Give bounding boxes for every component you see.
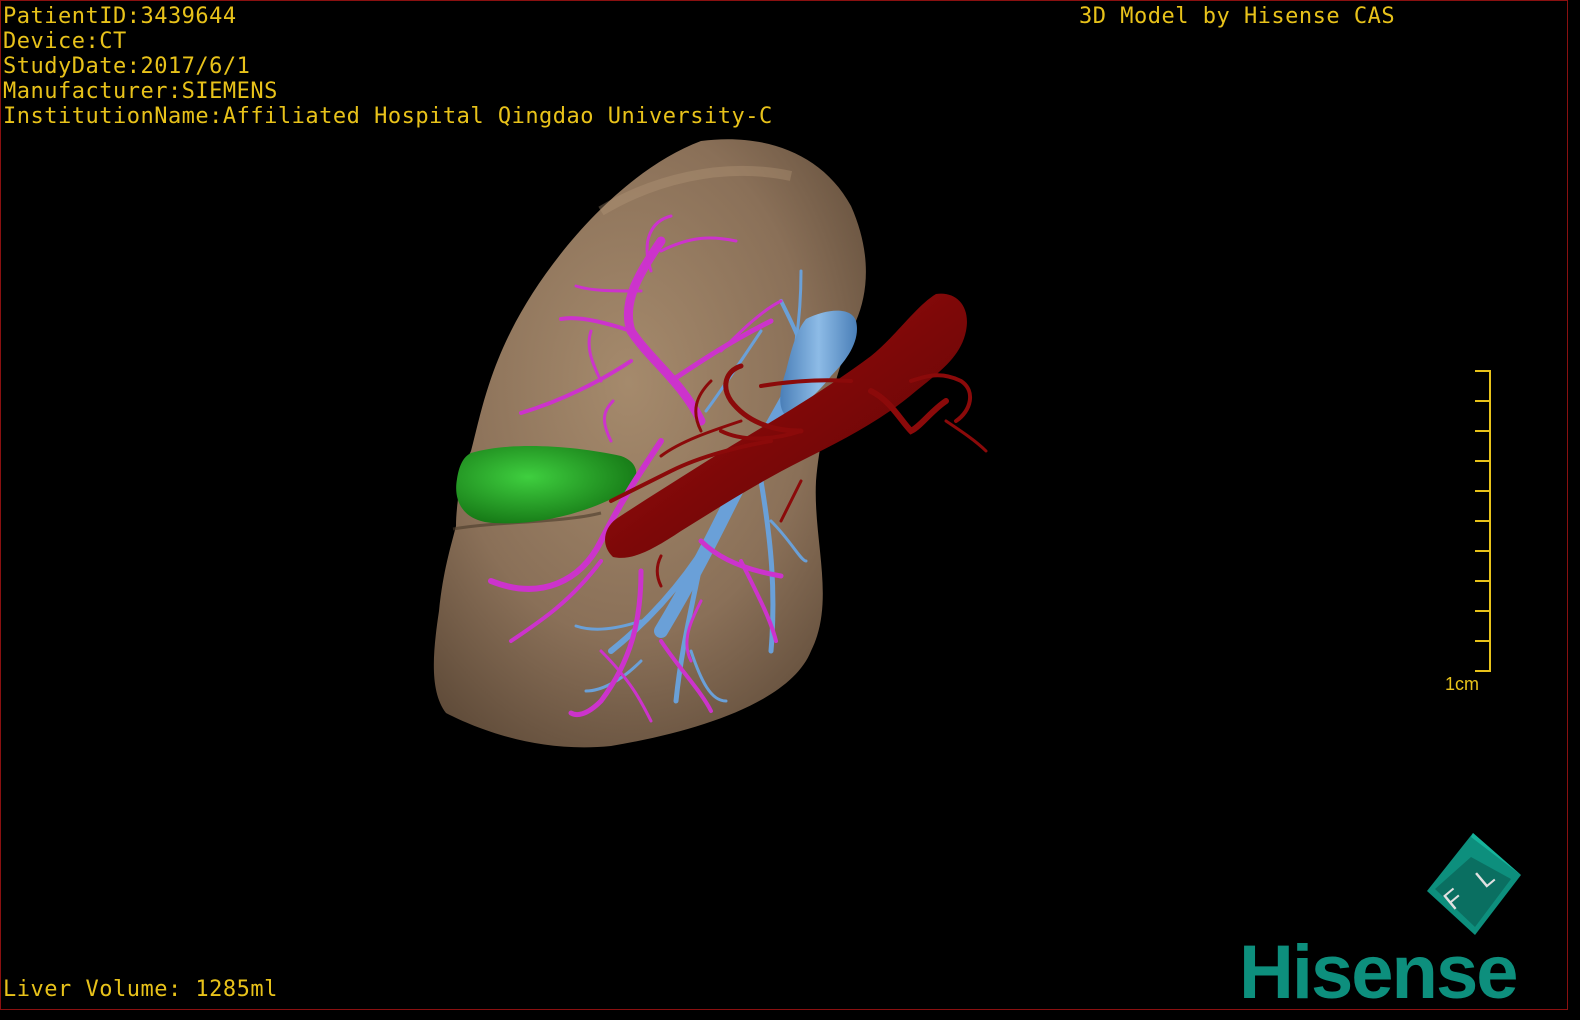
study-date: StudyDate:2017/6/1 [3, 54, 251, 79]
scale-bar [1475, 370, 1491, 672]
scale-bar-label: 1cm [1445, 674, 1480, 694]
manufacturer: Manufacturer:SIEMENS [3, 79, 278, 104]
render-viewport[interactable]: PatientID:3439644 Device:CT StudyDate:20… [0, 0, 1568, 1010]
study-metadata: PatientID:3439644 Device:CT StudyDate:20… [3, 4, 773, 129]
institution-name: InstitutionName:Affiliated Hospital Qing… [3, 104, 773, 129]
patient-id: PatientID:3439644 [3, 4, 237, 29]
liver-3d-model[interactable] [1, 1, 1567, 1009]
device: Device:CT [3, 29, 127, 54]
liver-volume: Liver Volume: 1285ml [3, 977, 278, 1002]
hisense-logo: Hisense [1239, 930, 1518, 1010]
orientation-cube-icon[interactable]: F L [1413, 829, 1533, 944]
model-credit: 3D Model by Hisense CAS [1079, 4, 1396, 29]
